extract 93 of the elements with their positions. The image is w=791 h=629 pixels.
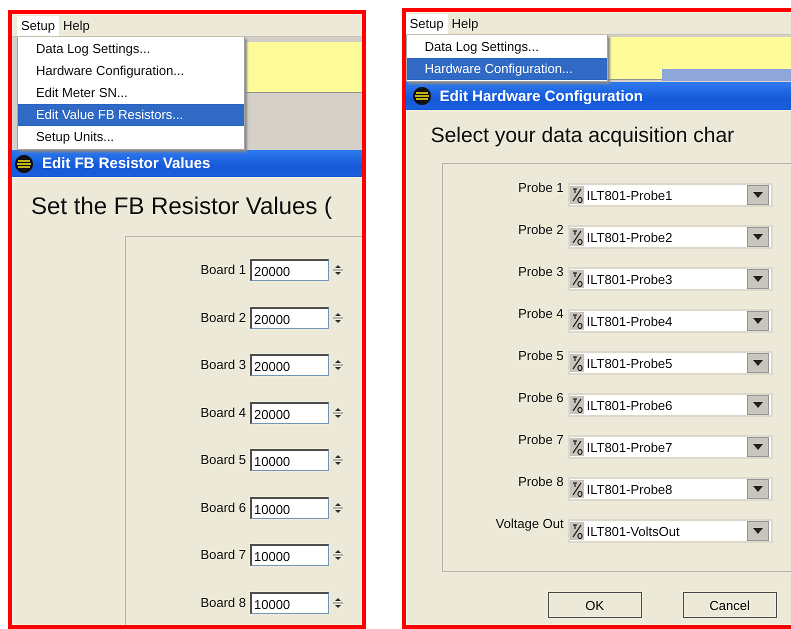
field-label: Probe 7: [517, 432, 564, 447]
number-field[interactable]: 10000: [250, 496, 329, 518]
dropdown-arrow-button[interactable]: [746, 437, 769, 457]
down-triangle-icon: [752, 360, 763, 366]
menu-item[interactable]: Data Log Settings...: [18, 38, 244, 60]
dropdown-arrow-button[interactable]: [746, 395, 769, 415]
dropdown-arrow-button[interactable]: [746, 353, 769, 373]
menu-bar-item[interactable]: Help: [448, 14, 482, 34]
dropdown-field[interactable]: ILT801-Probe2: [568, 225, 773, 249]
dropdown-field[interactable]: ILT801-Probe1: [568, 183, 773, 207]
dropdown-arrow-button[interactable]: [746, 269, 769, 289]
menu-item[interactable]: Data Log Settings...: [406, 36, 607, 58]
number-field[interactable]: 20000: [250, 354, 329, 376]
menu-bar-item[interactable]: Setup: [17, 16, 59, 36]
io-icon: [570, 312, 584, 330]
field-label: Board 4: [199, 404, 246, 420]
dialog-button[interactable]: Cancel: [682, 592, 777, 618]
field-label: Probe 1: [517, 180, 564, 195]
field-label: Voltage Out: [494, 516, 564, 531]
down-triangle-icon: [752, 234, 763, 240]
app-icon: [14, 154, 34, 174]
dropdown-arrow-button[interactable]: [746, 185, 769, 205]
field-label: Board 1: [199, 261, 246, 277]
down-triangle-icon: [752, 318, 763, 324]
dropdown-field[interactable]: ILT801-Probe5: [568, 351, 773, 375]
dropdown-field[interactable]: ILT801-Probe7: [568, 435, 773, 459]
down-triangle-icon: [752, 276, 763, 282]
io-icon: [570, 354, 584, 372]
up-down-arrows-icon: [332, 262, 344, 278]
dialog-button[interactable]: OK: [548, 592, 642, 618]
dropdown-value: ILT801-Probe5: [586, 356, 674, 370]
number-field[interactable]: 10000: [250, 592, 329, 614]
field-label: Board 5: [199, 451, 246, 467]
dropdown-value: ILT801-Probe1: [586, 188, 674, 202]
field-label: Probe 4: [517, 306, 564, 321]
menu-item[interactable]: Hardware Configuration...: [406, 58, 607, 80]
menu-item[interactable]: Setup Units...: [18, 126, 244, 148]
dropdown-value: ILT801-Probe4: [586, 314, 674, 328]
dropdown-value: ILT801-Probe6: [586, 398, 674, 412]
field-label: Board 6: [199, 498, 246, 514]
up-down-arrows-icon: [332, 357, 344, 373]
number-field[interactable]: 20000: [250, 259, 329, 281]
app-icon: [412, 86, 432, 106]
io-icon: [570, 270, 584, 288]
dropdown-arrow-button[interactable]: [746, 479, 769, 499]
number-field[interactable]: 20000: [250, 402, 329, 424]
up-down-arrows-icon: [332, 547, 344, 563]
dropdown-arrow-button[interactable]: [746, 311, 769, 331]
field-label: Probe 6: [517, 390, 564, 405]
menu-item[interactable]: Edit Meter SN...: [18, 82, 244, 104]
number-field[interactable]: 10000: [250, 544, 329, 566]
down-triangle-icon: [752, 402, 763, 408]
dropdown-arrow-button[interactable]: [746, 227, 769, 247]
io-icon: [570, 438, 584, 456]
field-label: Board 8: [199, 594, 246, 610]
dialog-heading: Set the FB Resistor Values (: [30, 192, 334, 222]
io-icon: [570, 522, 584, 540]
field-label: Board 7: [199, 546, 246, 562]
down-triangle-icon: [752, 486, 763, 492]
dropdown-value: ILT801-Probe2: [586, 230, 674, 244]
dropdown-value: ILT801-Probe3: [586, 272, 674, 286]
field-label: Probe 8: [517, 474, 564, 489]
down-triangle-icon: [752, 192, 763, 198]
dropdown-field[interactable]: ILT801-Probe8: [568, 477, 773, 501]
field-label: Probe 2: [517, 222, 564, 237]
dropdown-arrow-button[interactable]: [746, 521, 769, 541]
menu-item[interactable]: Edit Value FB Resistors...: [18, 104, 244, 126]
dropdown-field[interactable]: ILT801-Probe4: [568, 309, 773, 333]
io-icon: [570, 186, 584, 204]
window-title: Edit Hardware Configuration: [440, 88, 643, 104]
field-label: Probe 5: [517, 348, 564, 363]
dialog-heading: Select your data acquisition char: [430, 123, 736, 149]
number-field[interactable]: 10000: [250, 449, 329, 471]
menu-bar-item[interactable]: Setup: [406, 14, 448, 34]
window-title: Edit FB Resistor Values: [42, 155, 210, 172]
menu-bar-item[interactable]: Help: [58, 16, 94, 36]
up-down-arrows-icon: [332, 452, 344, 468]
io-icon: [570, 396, 584, 414]
field-label: Board 2: [199, 308, 246, 324]
menu-item[interactable]: Hardware Configuration...: [18, 60, 244, 82]
down-triangle-icon: [752, 444, 763, 450]
number-field[interactable]: 20000: [250, 306, 329, 328]
io-icon: [570, 480, 584, 498]
field-label: Board 3: [199, 356, 246, 372]
dropdown-field[interactable]: ILT801-Probe6: [568, 393, 773, 417]
field-label: Probe 3: [517, 264, 564, 279]
down-triangle-icon: [752, 528, 763, 534]
dropdown-field[interactable]: ILT801-Probe3: [568, 267, 773, 291]
dropdown-value: ILT801-Probe7: [586, 440, 674, 454]
dropdown-value: ILT801-Probe8: [586, 482, 674, 496]
dropdown-field[interactable]: ILT801-VoltsOut: [568, 519, 773, 543]
dropdown-value: ILT801-VoltsOut: [586, 524, 681, 538]
io-icon: [570, 228, 584, 246]
